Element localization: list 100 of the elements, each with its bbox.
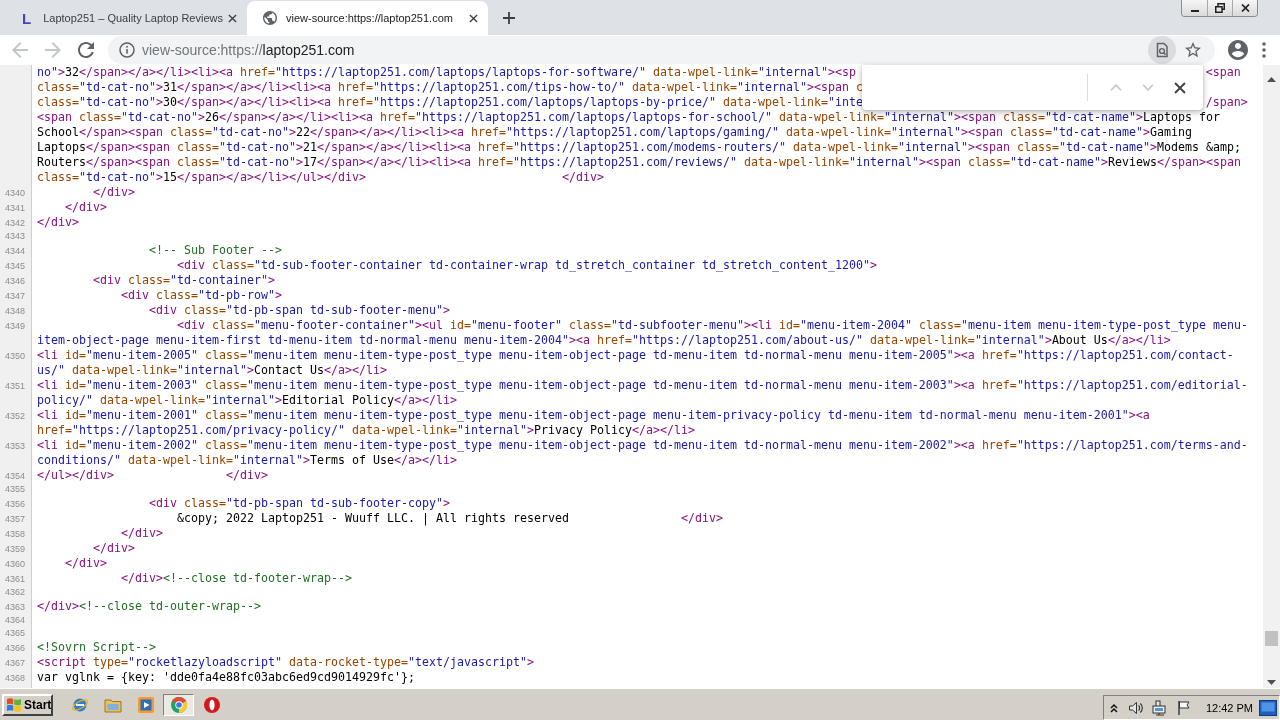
- line-number: 4359: [4, 544, 25, 554]
- line-number: 4364: [4, 615, 25, 625]
- code-line: <div class="td-sub-footer-container td-container-wrap td_stretch_container td_stretch_content_1200">: [177, 258, 877, 272]
- code-line: item-object-page menu-item-first td-menu-item td-normal-menu menu-item-2004"><a href="https://laptop251.com/about-us/" data-wpel-link="internal">About Us</a></li>: [37, 333, 1171, 347]
- code-line: <div class="td-pb-row">: [121, 288, 282, 302]
- line-number: 4368: [4, 673, 25, 683]
- code-line: </div>: [93, 541, 135, 555]
- code-line: </div>: [65, 556, 107, 570]
- forward-arrow-icon: [45, 42, 61, 58]
- taskbar-button[interactable]: [163, 693, 194, 716]
- back-arrow-icon: [12, 42, 28, 58]
- browser-tab[interactable]: L Laptop251 – Quality Laptop Reviews: [6, 1, 247, 35]
- code-line: href="https://laptop251.com/privacy-policy/" data-wpel-link="internal">Privacy Policy</a></li>: [37, 423, 695, 437]
- code-line: class="td-cat-no">31</span></a></li><li><a href="https://laptop251.com/tips-how-to/" data-wpel-link="internal"><span c: [37, 80, 863, 94]
- line-number: 4365: [4, 628, 25, 638]
- close-button[interactable]: [1232, 0, 1257, 16]
- code-line: policy/" data-wpel-link="internal">Editorial Policy</a></li>: [37, 393, 457, 407]
- line-number: 4340: [4, 188, 25, 198]
- line-number: 4345: [4, 261, 25, 271]
- clock[interactable]: 12:42 PM: [1205, 701, 1253, 714]
- code-line: Routers</span><span class="td-cat-no">17</span></a></li><li><a href="https://laptop251.com/reviews/" data-wpel-link="internal"><span class="td-cat-name">Reviews</span><span: [37, 155, 1241, 169]
- plus-icon[interactable]: [503, 11, 515, 24]
- play-icon: [136, 695, 155, 714]
- close-icon[interactable]: [469, 13, 478, 23]
- speaker-icon[interactable]: [1127, 699, 1144, 716]
- line-number: 4344: [4, 246, 25, 256]
- code-line: class="td-cat-no">30</span></a></li><li><a href="https://laptop251.com/laptops/laptops-by-price/" data-wpel-link="inte: [37, 95, 863, 109]
- start-button[interactable]: Start: [2, 693, 53, 716]
- code-line: </div>: [93, 185, 135, 199]
- star-icon[interactable]: [1185, 42, 1201, 58]
- line-number: 4349: [4, 321, 25, 331]
- reload-icon: [78, 42, 94, 58]
- line-number: 4355: [4, 484, 25, 494]
- account-icon[interactable]: [1228, 40, 1248, 60]
- line-number: 4360: [4, 559, 25, 569]
- code-line: <span class="td-cat-no">26</span></a></li><li><a href="https://laptop251.com/laptops/laptops-for-school/" data-wpel-link="internal"><span class="td-cat-name">Laptops for: [37, 110, 1220, 124]
- line-number: 4350: [4, 351, 25, 361]
- line-number: 4351: [4, 381, 25, 391]
- find-in-page-icon[interactable]: [1148, 36, 1176, 64]
- code-line: School</span><span class="td-cat-no">22</span></a></li><li><a href="https://laptop251.com/laptops/gaming/" data-wpel-link="internal"><span class="td-cat-name">Gaming: [37, 125, 1192, 139]
- line-number: 4367: [4, 658, 25, 668]
- scrollbar[interactable]: [1263, 65, 1280, 688]
- line-number: 4347: [4, 291, 25, 301]
- computer-icon[interactable]: [1151, 699, 1168, 716]
- minimize-icon: [1190, 10, 1199, 12]
- minimize-button[interactable]: [1182, 0, 1207, 16]
- code-line: </div>: [37, 215, 79, 229]
- code-line: Laptops</span><span class="td-cat-no">21</span></a></li><li><a href="https://laptop251.com/modems-routers/" data-wpel-link="internal"><span class="td-cat-name">Modems &amp;: [37, 140, 1241, 154]
- flag-icon[interactable]: [1175, 699, 1192, 716]
- code-line: <div class="td-pb-span td-sub-footer-menu">: [149, 303, 450, 317]
- chevron-down-icon: [1142, 84, 1154, 91]
- line-number: 4363: [4, 602, 25, 612]
- triangle-up-icon[interactable]: [1267, 77, 1276, 82]
- line-number: 4343: [4, 231, 25, 241]
- code-line: <!-- Sub Footer -->: [149, 243, 282, 257]
- triangle-down-icon[interactable]: [1267, 680, 1276, 685]
- code-line: us/" data-wpel-link="internal">Contact Us</a></li>: [37, 363, 387, 377]
- code-line: <div class="td-container">: [93, 273, 275, 287]
- double-chevron-up-icon[interactable]: [1109, 702, 1118, 713]
- code-line: </ul></div> </div>: [37, 468, 268, 482]
- line-number: 4341: [4, 203, 25, 213]
- code-line: /span>: [1205, 95, 1248, 109]
- info-icon[interactable]: [119, 42, 135, 58]
- code-line: var vglnk = {key: 'dde0fa4e88fc03abc6ed9cd9014929fc'};: [37, 670, 415, 684]
- line-number: 4361: [4, 574, 25, 584]
- line-number: 4342: [4, 218, 25, 228]
- browser-tab[interactable]: view-source:https://laptop251.com: [247, 1, 488, 35]
- screen-icon[interactable]: [1259, 699, 1277, 716]
- address-field[interactable]: view-source:https://laptop251.com: [108, 36, 1215, 64]
- code-line: <script type="rocketlazyloadscript" data-rocket-type="text/javascript">: [37, 655, 534, 669]
- restore-button[interactable]: [1207, 0, 1232, 16]
- globe-icon: [263, 11, 277, 25]
- code-line: <!Sovrn Script-->: [37, 640, 156, 654]
- code-line: conditions/" data-wpel-link="internal">Terms of Use</a></li>: [37, 453, 457, 467]
- line-number: 4346: [4, 276, 25, 286]
- line-number: 4353: [4, 441, 25, 451]
- segmented-circle-icon: [169, 695, 188, 714]
- menu-icon[interactable]: [1262, 42, 1266, 58]
- close-icon[interactable]: [228, 13, 237, 23]
- line-number: 4366: [4, 643, 25, 653]
- code-line: <li id="menu-item-2005" class="menu-item menu-item-type-post_type menu-item-object-page td-menu-item td-normal-menu menu-item-2005"><a href="https://laptop251.com/contact-: [37, 348, 1234, 362]
- code-line: <div class="menu-footer-container"><ul id="menu-footer" class="td-subfooter-menu"><li id="menu-item-2004" class="menu-item menu-item-type-post_type menu-: [177, 318, 1248, 332]
- close-icon: [1240, 4, 1250, 12]
- line-number: 4357: [4, 514, 25, 524]
- code-line: class="td-cat-no">15</span></a></li></ul></div> </div>: [37, 170, 604, 184]
- code-line: <div class="td-pb-span td-sub-footer-copy">: [149, 496, 450, 510]
- chevron-up-icon: [1110, 84, 1122, 91]
- code-line: <li id="menu-item-2001" class="menu-item menu-item-type-post_type menu-item-object-page menu-item-privacy-policy td-menu-item td-normal-menu menu-item-2001"><a: [37, 408, 1150, 422]
- restore-icon: [1215, 3, 1225, 13]
- code-line: </div><!--close td-outer-wrap-->: [37, 599, 261, 613]
- scrollbar-thumb[interactable]: [1265, 631, 1278, 646]
- ring-icon: [202, 695, 221, 714]
- close-icon: [1174, 81, 1186, 94]
- code-line: <li id="menu-item-2003" class="menu-item menu-item-type-post_type menu-item-object-page td-menu-item td-normal-menu menu-item-2003"><a href="https://laptop251.com/editorial-: [37, 378, 1248, 392]
- line-number: 4362: [4, 587, 25, 597]
- line-number: 4348: [4, 306, 25, 316]
- code-line: <li id="menu-item-2002" class="menu-item menu-item-type-post_type menu-item-object-page td-menu-item td-normal-menu menu-item-2002"><a href="https://laptop251.com/terms-and-: [37, 438, 1248, 452]
- code-line: <span: [1205, 65, 1241, 79]
- code-line: </div>: [65, 200, 107, 214]
- code-line: &copy; 2022 Laptop251 - Wuuff LLC. | All rights reserved </div>: [177, 511, 723, 525]
